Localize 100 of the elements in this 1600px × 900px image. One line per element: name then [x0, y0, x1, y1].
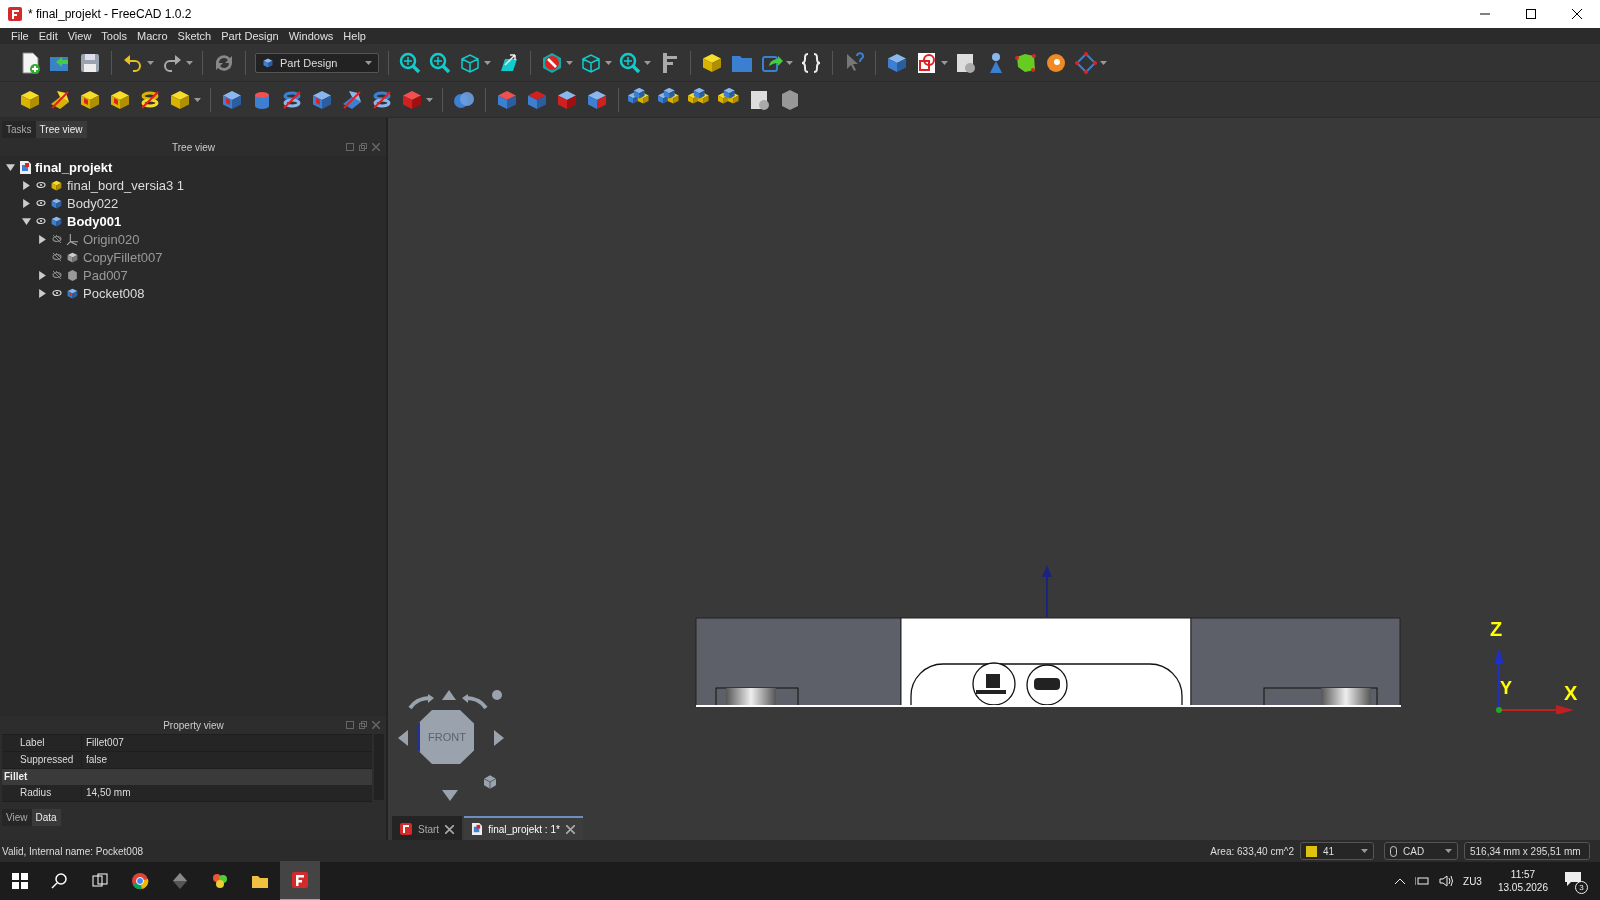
table-cell[interactable]: Fillet007 [82, 735, 372, 752]
float-icon[interactable] [346, 721, 354, 729]
axis-label: Z [1490, 618, 1503, 641]
table-cell[interactable]: 14,50 mm [82, 785, 372, 802]
tree-item[interactable]: Pocket008 [83, 285, 145, 301]
collapsed-arrow-icon[interactable] [37, 234, 47, 244]
group-header: Fillet [2, 769, 372, 785]
rotate-right-icon[interactable] [462, 694, 488, 710]
menu-item[interactable]: Help [338, 30, 371, 42]
hidden-eye-icon[interactable] [52, 235, 62, 243]
caret-icon[interactable] [941, 60, 948, 65]
mouse-icon [1390, 845, 1397, 857]
table-cell: Label [2, 735, 82, 752]
menu-item[interactable]: Tools [96, 30, 133, 42]
collapsed-arrow-icon[interactable] [37, 288, 47, 298]
dock-icon[interactable] [359, 143, 367, 151]
caret-icon[interactable] [644, 60, 651, 65]
document-tab[interactable]: Start [392, 816, 463, 840]
clock[interactable]: 11:57 13.05.2026 [1497, 869, 1548, 893]
notification-badge: 3 [1575, 881, 1588, 894]
table-cell[interactable]: false [82, 752, 372, 769]
block-icon [66, 286, 79, 300]
document-icon [20, 160, 31, 174]
tab-label: final_projekt : 1* [488, 823, 560, 835]
zoom-fit-icon[interactable] [398, 50, 422, 75]
caret-icon[interactable] [1100, 60, 1107, 65]
tree-item[interactable]: Pad007 [83, 267, 128, 283]
document-icon [472, 823, 483, 835]
dropdown[interactable]: 41 [1300, 842, 1374, 860]
swatch-icon [1306, 845, 1317, 857]
menu-item[interactable]: Macro [132, 30, 173, 42]
area-reading: Area: 633,40 cm^2 [1210, 845, 1294, 857]
app-icon [400, 823, 412, 835]
block-icon [66, 250, 79, 264]
no-entry-icon[interactable] [540, 50, 564, 75]
caret-icon[interactable] [365, 60, 372, 65]
tab[interactable]: Tree view [35, 121, 87, 138]
expanded-arrow-icon[interactable] [5, 162, 15, 172]
arrow-right-icon[interactable] [494, 730, 504, 746]
caret-icon[interactable] [186, 60, 193, 65]
caret-icon[interactable] [566, 60, 573, 65]
app-icon[interactable] [280, 861, 320, 900]
braces-icon[interactable] [799, 50, 823, 75]
tab[interactable]: Data [31, 809, 61, 826]
tree-item[interactable]: CopyFillet007 [83, 249, 163, 265]
eye-icon[interactable] [52, 289, 62, 297]
arrow-down-icon[interactable] [442, 790, 458, 801]
eye-icon[interactable] [36, 199, 46, 207]
navigation-dropdown[interactable]: CAD [1384, 842, 1458, 860]
menu-item[interactable]: Windows [283, 30, 339, 42]
menu-item[interactable]: Part Design [216, 30, 284, 42]
caret-icon[interactable] [786, 60, 793, 65]
collapsed-arrow-icon[interactable] [21, 180, 31, 190]
tree-item[interactable]: Body022 [67, 195, 119, 211]
menu-item[interactable]: File [6, 30, 34, 42]
hidden-eye-icon[interactable] [52, 271, 62, 279]
tree-item[interactable]: final_bord_versia3 1 [67, 177, 185, 193]
rotate-left-icon[interactable] [408, 694, 434, 710]
speaker-icon[interactable] [1439, 875, 1454, 887]
eye-icon[interactable] [36, 181, 46, 189]
float-icon[interactable] [346, 143, 354, 151]
expanded-arrow-icon[interactable] [21, 216, 31, 226]
workbench-dropdown[interactable]: Part Design [255, 52, 379, 73]
tree-item[interactable]: Origin020 [83, 231, 140, 247]
tab[interactable]: Tasks [2, 121, 36, 138]
diamond-icon[interactable] [1074, 50, 1098, 75]
table-cell: Radius [2, 785, 82, 802]
dimensions-dropdown[interactable]: 516,34 mm x 295,51 mm [1464, 842, 1590, 860]
menu-dot-icon[interactable] [492, 690, 502, 700]
collapsed-arrow-icon[interactable] [37, 270, 47, 280]
caret-icon[interactable] [147, 60, 154, 65]
caret-icon[interactable] [194, 97, 201, 102]
language-indicator[interactable]: ZU3 [1463, 875, 1482, 887]
battery-icon[interactable] [1415, 876, 1430, 886]
zoom-icon[interactable] [618, 50, 642, 75]
caret-icon[interactable] [1361, 849, 1368, 853]
eye-icon[interactable] [36, 217, 46, 225]
menu-item[interactable]: View [62, 30, 97, 42]
caret-icon[interactable] [605, 60, 612, 65]
menu-item[interactable]: Edit [33, 30, 63, 42]
tree-item[interactable]: Body001 [67, 213, 122, 229]
close-icon[interactable] [565, 824, 575, 834]
dock-icon[interactable] [359, 721, 367, 729]
arrow-left-icon[interactable] [398, 730, 408, 746]
collapsed-arrow-icon[interactable] [21, 198, 31, 208]
cube-icon[interactable] [482, 774, 498, 790]
tab[interactable]: View [2, 809, 32, 826]
menu-item[interactable]: Sketch [172, 30, 217, 42]
zoom-arrow-icon[interactable] [428, 50, 452, 75]
caret-icon[interactable] [1445, 849, 1452, 853]
caret-icon[interactable] [426, 97, 433, 102]
notification-icon[interactable] [1564, 871, 1582, 887]
chevron-icon[interactable] [1395, 878, 1406, 884]
close-icon[interactable] [445, 824, 455, 834]
arrow-up-icon[interactable] [442, 690, 456, 700]
axis-label: X [1564, 682, 1578, 705]
tree-item[interactable]: final_projekt [35, 159, 113, 175]
hidden-eye-icon[interactable] [52, 253, 62, 261]
caret-icon[interactable] [484, 60, 491, 65]
axis-arrow [1042, 565, 1052, 617]
